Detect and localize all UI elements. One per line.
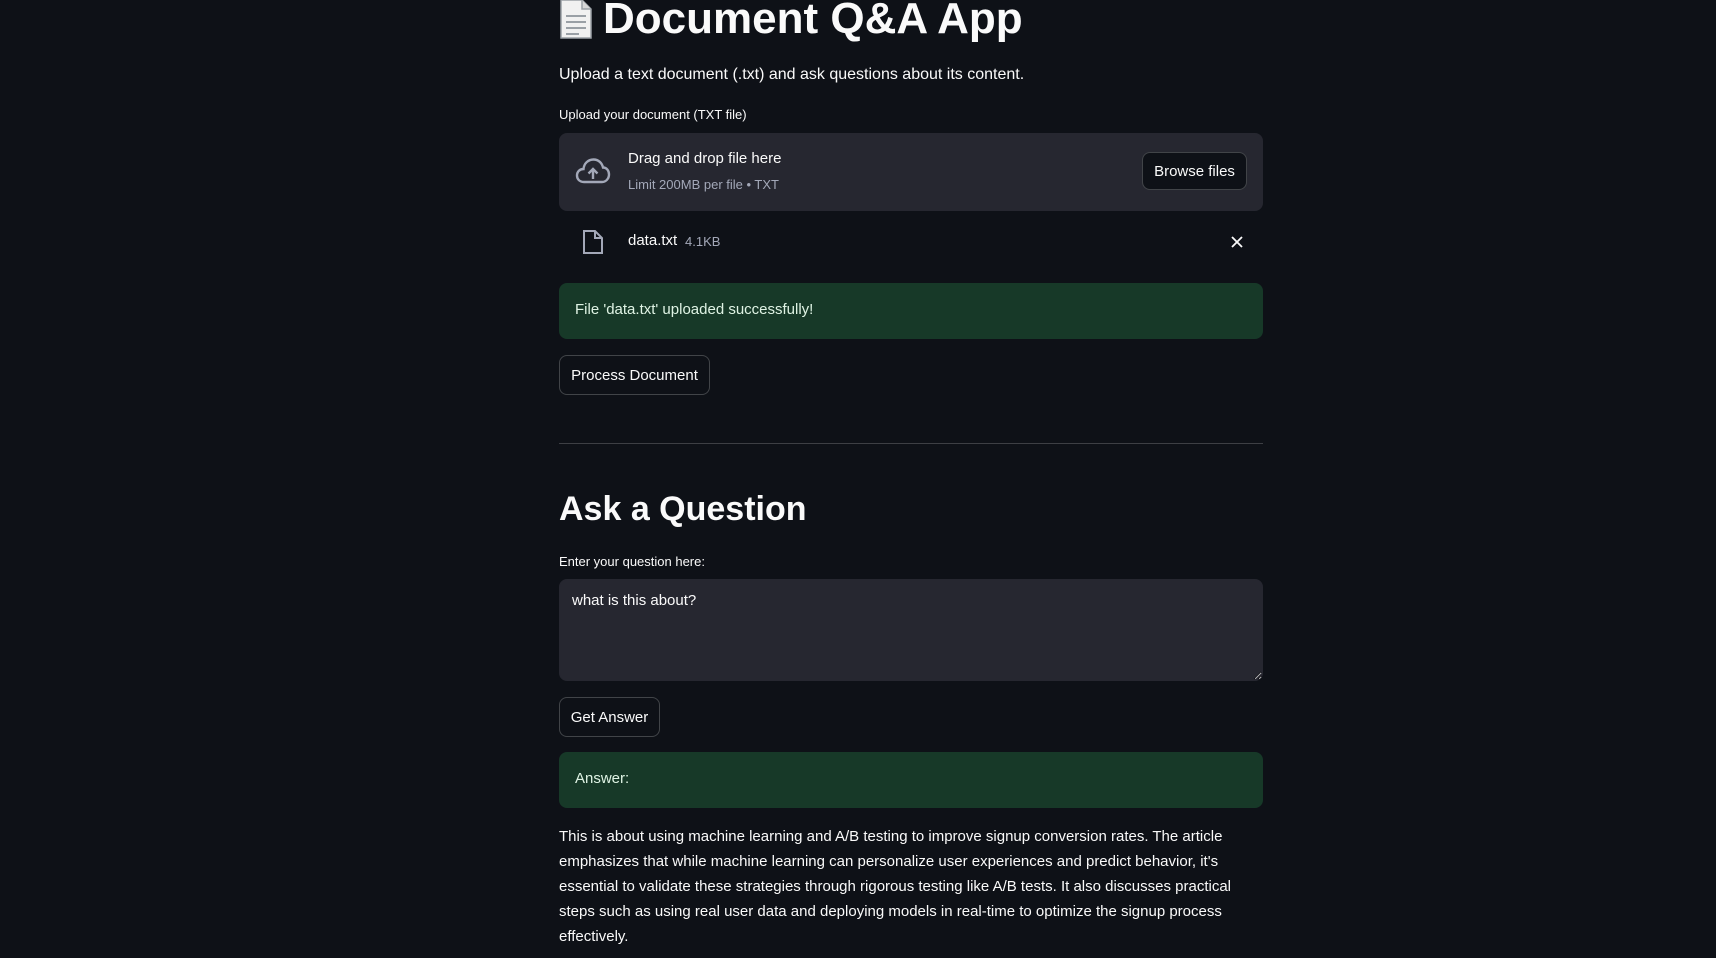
page-subtitle: Upload a text document (.txt) and ask qu… — [559, 66, 1025, 83]
question-input-label: Enter your question here: — [559, 554, 705, 569]
file-name: data.txt — [628, 232, 678, 249]
uploaded-file-item: data.txt 4.1KB — [559, 222, 1263, 262]
answer-label: Answer: — [575, 770, 630, 787]
file-size: 4.1KB — [685, 234, 721, 249]
upload-success-message: File 'data.txt' uploaded successfully! — [575, 301, 814, 318]
get-answer-button[interactable]: Get Answer — [559, 697, 660, 737]
remove-file-close-icon[interactable] — [1229, 234, 1245, 250]
file-icon — [582, 229, 604, 255]
section-divider — [559, 443, 1263, 444]
question-input[interactable]: what is this about? — [559, 579, 1263, 681]
upload-success-alert: File 'data.txt' uploaded successfully! — [559, 283, 1263, 339]
answer-text: This is about using machine learning and… — [559, 828, 1232, 945]
ask-question-heading: Ask a Question — [559, 490, 807, 528]
uploader-label: Upload your document (TXT file) — [559, 107, 747, 122]
page-title: Document Q&A App — [559, 0, 1023, 44]
file-dropzone[interactable]: Drag and drop file here Limit 200MB per … — [559, 133, 1263, 211]
dropzone-title: Drag and drop file here — [628, 150, 782, 167]
process-document-button[interactable]: Process Document — [559, 355, 710, 395]
page-title-text: Document Q&A App — [603, 0, 1023, 43]
answer-alert: Answer: — [559, 752, 1263, 808]
dropzone-limit: Limit 200MB per file • TXT — [628, 177, 779, 192]
browse-files-button[interactable]: Browse files — [1142, 152, 1247, 190]
document-emoji-icon — [559, 0, 593, 40]
cloud-upload-icon — [575, 155, 611, 189]
